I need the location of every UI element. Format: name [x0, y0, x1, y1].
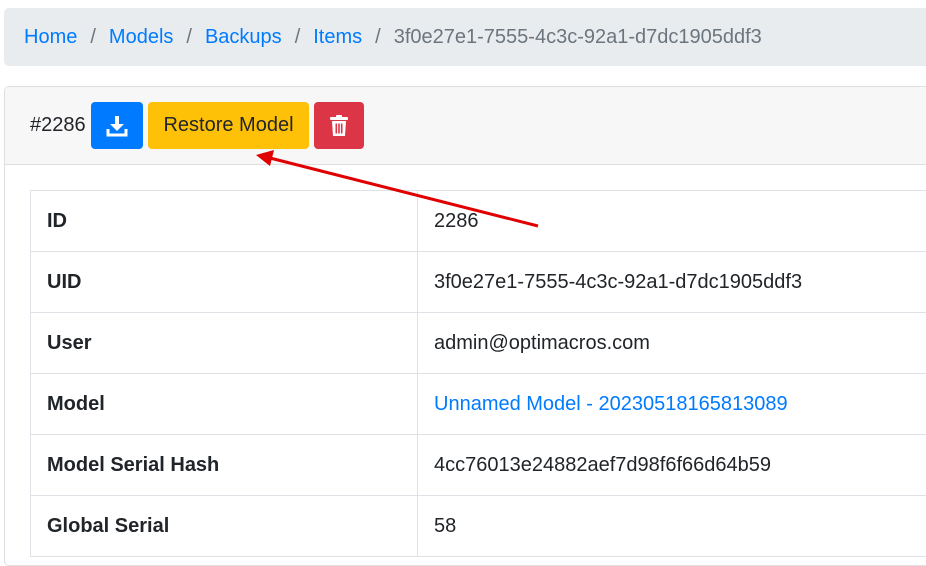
breadcrumb: Home / Models / Backups / Items / 3f0e27… [4, 8, 926, 66]
breadcrumb-items[interactable]: Items [313, 26, 362, 49]
row-value-global-serial: 58 [418, 496, 926, 557]
row-value-model-serial-hash: 4cc76013e24882aef7d98f6f66d64b59 [418, 435, 926, 496]
delete-button[interactable] [314, 102, 364, 149]
breadcrumb-separator: / [77, 26, 109, 49]
table-row: UID 3f0e27e1-7555-4c3c-92a1-d7dc1905ddf3 [31, 252, 926, 313]
row-key-user: User [31, 313, 418, 374]
breadcrumb-current: 3f0e27e1-7555-4c3c-92a1-d7dc1905ddf3 [394, 26, 762, 49]
trash-icon [330, 115, 348, 137]
row-key-model: Model [31, 374, 418, 435]
download-icon [106, 115, 128, 137]
row-key-global-serial: Global Serial [31, 496, 418, 557]
table-row: ID 2286 [31, 191, 926, 252]
model-link[interactable]: Unnamed Model - 20230518165813089 [434, 393, 788, 415]
row-key-model-serial-hash: Model Serial Hash [31, 435, 418, 496]
download-button[interactable] [91, 102, 143, 149]
breadcrumb-home[interactable]: Home [24, 26, 77, 49]
table-row: Model Unnamed Model - 20230518165813089 [31, 374, 926, 435]
card-header: #2286 Restore Model [5, 87, 926, 165]
breadcrumb-separator: / [362, 26, 394, 49]
breadcrumb-models[interactable]: Models [109, 26, 173, 49]
row-key-uid: UID [31, 252, 418, 313]
table-row: Global Serial 58 [31, 496, 926, 557]
backup-detail-card: #2286 Restore Model ID [4, 86, 926, 566]
row-value-id: 2286 [418, 191, 926, 252]
table-row: Model Serial Hash 4cc76013e24882aef7d98f… [31, 435, 926, 496]
breadcrumb-separator: / [173, 26, 205, 49]
breadcrumb-separator: / [282, 26, 314, 49]
row-value-user: admin@optimacros.com [418, 313, 926, 374]
record-id: #2286 [30, 114, 86, 137]
backup-details-table: ID 2286 UID 3f0e27e1-7555-4c3c-92a1-d7dc… [30, 190, 926, 557]
row-value-uid: 3f0e27e1-7555-4c3c-92a1-d7dc1905ddf3 [418, 252, 926, 313]
table-row: User admin@optimacros.com [31, 313, 926, 374]
restore-model-button[interactable]: Restore Model [148, 102, 309, 149]
row-key-id: ID [31, 191, 418, 252]
row-value-model-cell: Unnamed Model - 20230518165813089 [418, 374, 926, 435]
breadcrumb-backups[interactable]: Backups [205, 26, 282, 49]
